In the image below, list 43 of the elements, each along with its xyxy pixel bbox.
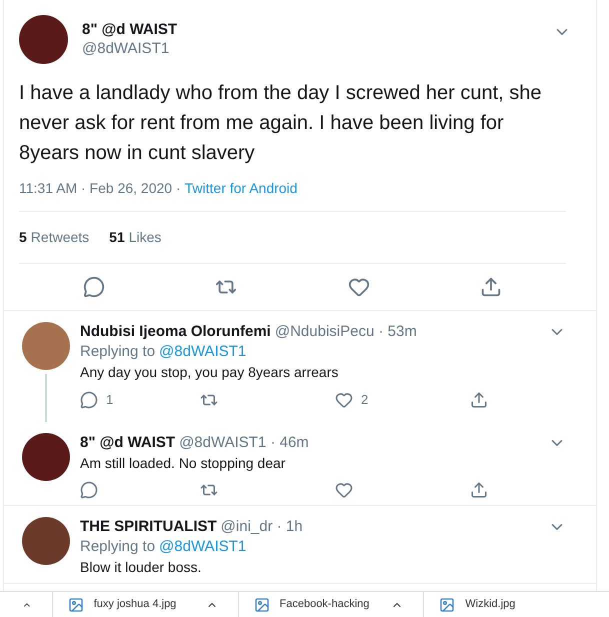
image-file-icon[interactable] — [439, 596, 456, 612]
stat-label[interactable]: Retweets — [30, 227, 90, 248]
author-name[interactable]: Ndubisi Ijeoma Olorunfemi — [80, 322, 271, 342]
source-link[interactable]: Twitter for Android — [184, 178, 298, 199]
mention-link[interactable]: @8dWAIST1 — [159, 342, 246, 362]
author-name[interactable]: THE SPIRITUALIST — [80, 517, 217, 537]
stat-label[interactable]: Likes — [128, 227, 162, 248]
tweet-timestamp[interactable]: 11:31 AM · Feb 26, 2020 · — [19, 178, 181, 199]
handle-and-time[interactable]: @8dWAIST1 · 46m — [179, 433, 309, 453]
tweet-text: I have a landlady who from the day I screwed her cunt, she never ask for rent from me again. I have been living for 8years now in cunt slavery — [19, 81, 543, 166]
mention-link[interactable]: @8dWAIST1 — [159, 537, 246, 557]
reply-icon[interactable] — [80, 391, 98, 409]
handle-and-time[interactable]: @ini_dr · 1h — [220, 517, 303, 537]
author-name[interactable]: 8" @d WAIST — [82, 21, 553, 39]
reply-text: Any day you stop, you pay 8years arrears — [80, 363, 340, 382]
reply-icon[interactable] — [80, 481, 98, 499]
like-icon[interactable] — [348, 276, 370, 298]
share-icon[interactable] — [470, 391, 488, 409]
author-handle[interactable]: @8dWAIST1 — [82, 39, 553, 59]
reply-text: Am still loaded. No stopping dear — [80, 454, 286, 473]
reply-icon[interactable] — [83, 276, 105, 298]
replying-label: Replying to — [80, 537, 156, 557]
download-filename[interactable]: fuxy joshua 4.jpg — [94, 596, 176, 613]
download-filename[interactable]: Wizkid.jpg — [465, 596, 516, 613]
like-icon[interactable] — [335, 481, 353, 499]
avatar-photo[interactable] — [22, 433, 70, 481]
image-file-icon[interactable] — [254, 596, 270, 612]
avatar-photo[interactable] — [19, 15, 68, 64]
download-filename[interactable]: Facebook-hacking — [280, 596, 370, 613]
replying-label: Replying to — [80, 342, 156, 362]
share-icon[interactable] — [480, 276, 502, 298]
like-icon[interactable] — [335, 391, 353, 409]
thread-line — [45, 374, 47, 422]
stat-count: 5 — [19, 228, 27, 247]
reply-text: Blow it louder boss. — [80, 558, 202, 577]
like-count: 2 — [361, 391, 368, 409]
author-name[interactable]: 8" @d WAIST — [80, 433, 176, 453]
share-icon[interactable] — [470, 481, 488, 499]
image-file-icon[interactable] — [68, 596, 84, 612]
reply-count: 1 — [106, 391, 114, 409]
stat-count: 51 — [109, 228, 125, 247]
handle-and-time[interactable]: @NdubisiPecu · 53m — [274, 322, 417, 342]
avatar-photo[interactable] — [22, 517, 70, 565]
